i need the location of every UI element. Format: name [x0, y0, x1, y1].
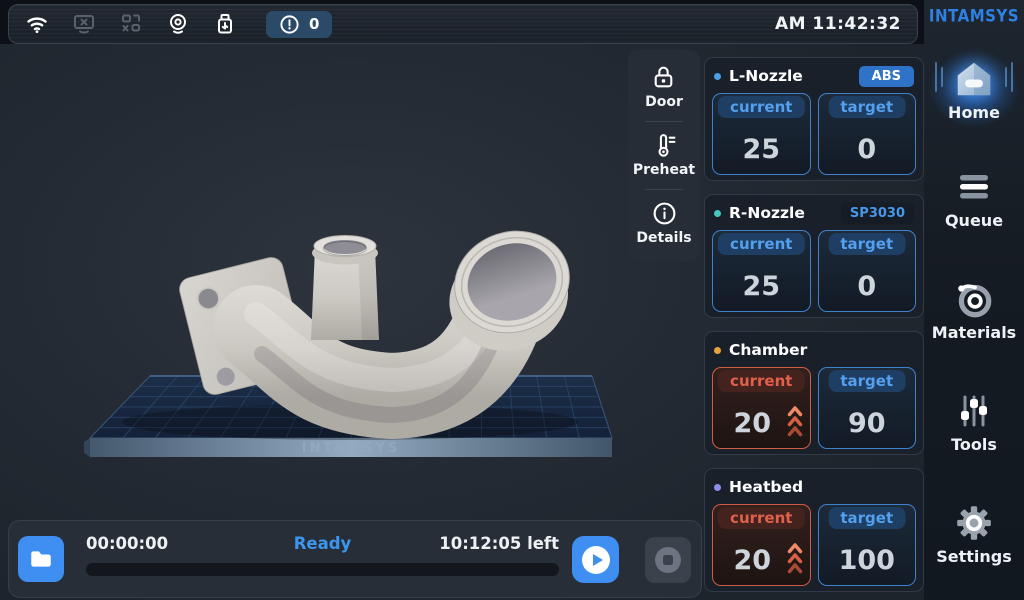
- home-icon: [953, 58, 995, 100]
- l-nozzle-material-badge: ABS: [859, 66, 914, 87]
- folder-icon: [28, 546, 54, 572]
- heating-up-icon: [787, 542, 803, 576]
- preheat-label: Preheat: [633, 162, 695, 178]
- sidebar-item-settings[interactable]: Settings: [924, 502, 1024, 566]
- details-button[interactable]: Details: [636, 196, 691, 251]
- plate-watermark: INTAMSYS: [302, 441, 401, 456]
- divider: [645, 189, 683, 190]
- sidebar-item-home[interactable]: Home: [924, 58, 1024, 122]
- settings-gear-icon: [953, 502, 995, 544]
- alert-count: 0: [309, 15, 319, 33]
- start-print-button[interactable]: [572, 536, 619, 583]
- sidebar-item-tools[interactable]: Tools: [924, 390, 1024, 454]
- temp-panel-chamber[interactable]: Chamber current 20 target 90: [704, 331, 924, 455]
- chamber-current-card: current 20: [712, 367, 811, 449]
- current-label: current: [718, 233, 804, 255]
- current-label: current: [718, 370, 804, 392]
- sidebar-item-materials[interactable]: Materials: [924, 278, 1024, 342]
- alert-icon: [279, 14, 300, 35]
- r-nozzle-target-card[interactable]: target 0: [818, 230, 917, 312]
- heatbed-target-value: 100: [819, 545, 916, 576]
- brand-logo: INTAMSYS: [924, 6, 1024, 26]
- chamber-target-card[interactable]: target 90: [818, 367, 917, 449]
- target-label: target: [828, 233, 905, 255]
- queue-icon: [954, 166, 994, 208]
- r-nozzle-target-value: 0: [819, 271, 916, 302]
- printer-home-screen: INTAMSYS: [0, 0, 1024, 600]
- play-icon: [581, 545, 611, 575]
- preheat-button[interactable]: Preheat: [633, 128, 695, 183]
- camera-icon: [166, 12, 190, 36]
- l-nozzle-current-card: current 25: [712, 93, 811, 175]
- sidebar-label-home: Home: [948, 103, 1000, 122]
- door-button[interactable]: Door: [645, 60, 683, 115]
- file-browser-button[interactable]: [18, 536, 64, 582]
- r-nozzle-current-card: current 25: [712, 230, 811, 312]
- temperature-panels: L-Nozzle ABS current 25 target 0 R-Nozzl…: [704, 57, 924, 592]
- r-nozzle-name: R-Nozzle: [729, 204, 805, 222]
- clock: AM 11:42:32: [775, 14, 901, 34]
- temp-panel-heatbed[interactable]: Heatbed current 20 target 100: [704, 468, 924, 592]
- usb-drive-icon: [213, 12, 237, 36]
- print-time-row: 00:00:00 Ready 10:12:05 left: [86, 534, 559, 556]
- door-label: Door: [645, 94, 683, 110]
- quick-actions-panel: Door Preheat Details: [628, 50, 700, 261]
- status-bar: 0 AM 11:42:32: [8, 4, 918, 44]
- print-progress-bar: [86, 563, 559, 576]
- display-disconnected-icon: [72, 12, 96, 36]
- l-nozzle-name: L-Nozzle: [729, 67, 803, 85]
- r-nozzle-current-value: 25: [713, 271, 810, 302]
- target-label: target: [828, 370, 905, 392]
- target-label: target: [828, 96, 905, 118]
- r-nozzle-status-dot: [714, 210, 721, 217]
- target-label: target: [828, 507, 905, 529]
- screen-cast-off-icon: [119, 12, 143, 36]
- stop-icon: [654, 546, 682, 574]
- materials-spool-icon: [953, 278, 995, 320]
- heating-up-icon: [787, 405, 803, 439]
- heatbed-name: Heatbed: [729, 478, 803, 496]
- wifi-icon: [25, 12, 49, 36]
- preheat-thermometer-icon: [650, 132, 677, 159]
- l-nozzle-current-value: 25: [713, 134, 810, 165]
- divider: [645, 121, 683, 122]
- print-control-bar: 00:00:00 Ready 10:12:05 left: [8, 520, 702, 598]
- details-label: Details: [636, 230, 691, 246]
- details-info-icon: [651, 200, 678, 227]
- tools-sliders-icon: [954, 390, 994, 432]
- remaining-time: 10:12:05 left: [439, 534, 559, 553]
- alerts-badge[interactable]: 0: [266, 11, 332, 38]
- door-lock-icon: [650, 64, 677, 91]
- current-label: current: [718, 507, 804, 529]
- chamber-target-value: 90: [819, 408, 916, 439]
- heatbed-current-card: current 20: [712, 504, 811, 586]
- heatbed-status-dot: [714, 484, 721, 491]
- sidebar-label-settings: Settings: [936, 547, 1012, 566]
- sidebar-item-queue[interactable]: Queue: [924, 166, 1024, 230]
- r-nozzle-material-badge: SP3030: [841, 203, 914, 224]
- chamber-status-dot: [714, 347, 721, 354]
- temp-panel-r-nozzle[interactable]: R-Nozzle SP3030 current 25 target 0: [704, 194, 924, 318]
- heatbed-target-card[interactable]: target 100: [818, 504, 917, 586]
- current-label: current: [718, 96, 804, 118]
- l-nozzle-target-card[interactable]: target 0: [818, 93, 917, 175]
- sidebar-label-materials: Materials: [932, 323, 1016, 342]
- l-nozzle-status-dot: [714, 73, 721, 80]
- sidebar-label-tools: Tools: [951, 435, 997, 454]
- l-nozzle-target-value: 0: [819, 134, 916, 165]
- nav-sidebar: INTAMSYS Home: [924, 0, 1024, 600]
- sidebar-label-queue: Queue: [945, 211, 1003, 230]
- chamber-name: Chamber: [729, 341, 807, 359]
- stop-print-button[interactable]: [645, 537, 691, 583]
- temp-panel-l-nozzle[interactable]: L-Nozzle ABS current 25 target 0: [704, 57, 924, 181]
